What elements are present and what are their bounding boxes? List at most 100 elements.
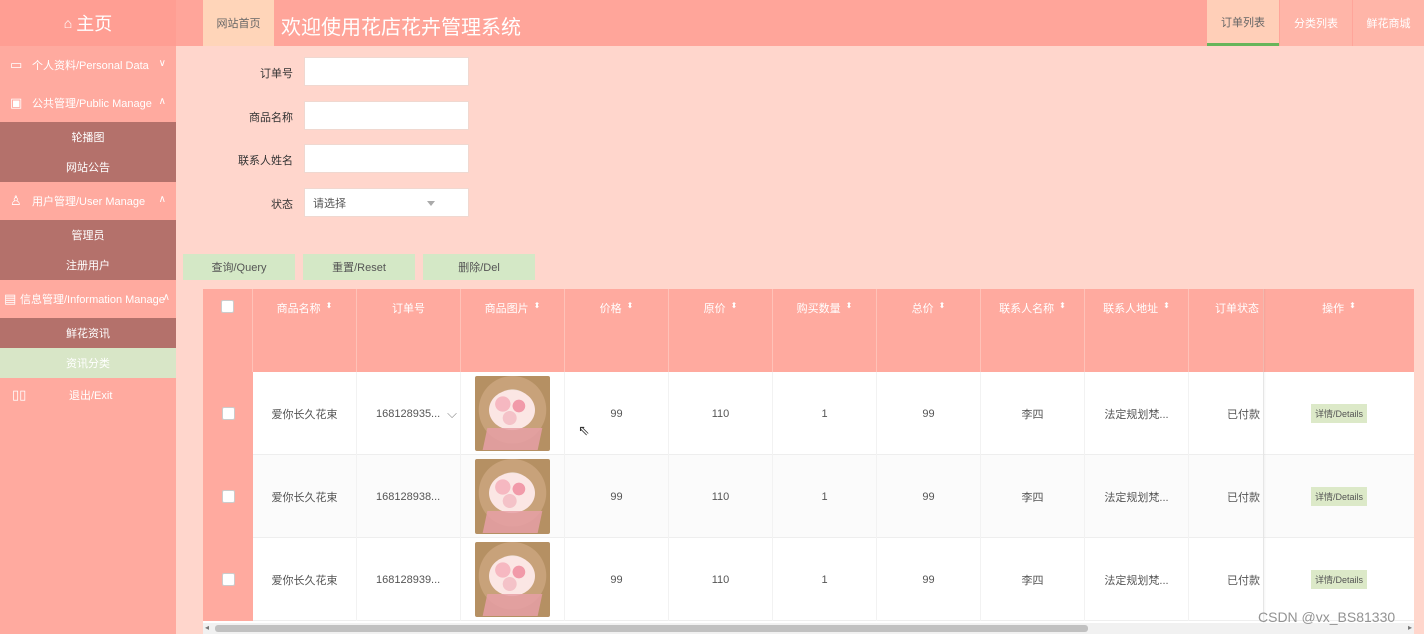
exit-icon: ▯▯ (12, 387, 27, 402)
details-button[interactable]: 详情/Details (1310, 404, 1367, 423)
column-header[interactable]: 联系人地址 ⬍ (1085, 289, 1189, 372)
order-no-cell: 168128935... ⌵ ⇖ (357, 372, 590, 455)
system-title: 欢迎使用花店花卉管理系统 (281, 17, 521, 39)
column-header[interactable]: 商品图片 ⬍ (461, 289, 565, 372)
column-header[interactable]: 订单状态 (1189, 289, 1264, 372)
column-header[interactable]: 联系人名称 ⬍ (981, 289, 1085, 372)
row-select-cell (203, 538, 253, 621)
menu-exit[interactable]: ▯▯ 退出/Exit (0, 378, 176, 412)
flower-bouquet-image[interactable] (475, 459, 550, 534)
product-name-label: 商品名称 (249, 112, 293, 124)
scroll-right-icon[interactable]: ▸ (1408, 623, 1412, 632)
sidebar-item-registered-users[interactable]: 注册用户 (0, 250, 176, 280)
product-name-input[interactable] (304, 101, 469, 130)
column-header[interactable]: 总价 ⬍ (877, 289, 981, 372)
sort-icon[interactable]: ⬍ (1349, 300, 1356, 372)
horizontal-scrollbar[interactable]: ◂ ▸ (203, 623, 1414, 634)
column-header[interactable]: 订单号 (357, 289, 461, 372)
contact-name-row: 联系人姓名 (176, 144, 476, 174)
menu-label: 信息管理/Information Manage (20, 294, 165, 306)
sidebar-item-announcement[interactable]: 网站公告 (0, 152, 176, 182)
home-link[interactable]: ⌂ 主页 (0, 0, 176, 46)
sort-icon[interactable]: ⬍ (846, 300, 853, 372)
caret-down-icon (427, 201, 435, 206)
home-icon: ⌂ (63, 15, 73, 31)
tab-flower-mall[interactable]: 鲜花商城 (1353, 0, 1424, 46)
product-image-cell (461, 538, 565, 621)
product-name-cell: 爱你长久花束 (253, 538, 357, 621)
order-no-cell: 168128938... (357, 455, 461, 538)
details-button[interactable]: 详情/Details (1310, 570, 1367, 589)
price-cell: 99 (565, 538, 669, 621)
sidebar-item-admin[interactable]: 管理员 (0, 220, 176, 250)
contact-name-cell: 李四 (981, 538, 1085, 621)
sort-icon[interactable]: ⬍ (1059, 300, 1066, 372)
orders-table: 商品名称 ⬍ 订单号 商品图片 ⬍ 价格 ⬍ 原价 ⬍ 购买数量 ⬍ 总价 ⬍ 联系人名称 ⬍… (203, 289, 1414, 623)
tab-category-list[interactable]: 分类列表 (1280, 0, 1352, 46)
site-home-link[interactable]: 网站首页 (203, 0, 274, 46)
delete-button[interactable]: 删除/Del (423, 254, 535, 280)
sidebar-item-news-category[interactable]: 资讯分类 (0, 348, 176, 378)
chevron-down-icon[interactable]: ⌵ (447, 406, 457, 422)
reset-button[interactable]: 重置/Reset (303, 254, 415, 280)
menu-label: 公共管理/Public Manage (32, 98, 152, 110)
product-name-row: 商品名称 (176, 101, 476, 131)
menu-label: 用户管理/User Manage (32, 196, 146, 208)
sort-icon[interactable]: ⬍ (326, 300, 333, 372)
flower-bouquet-image[interactable] (475, 542, 550, 617)
menu-user-manage[interactable]: ♙ 用户管理/User Manage ∧ (0, 182, 176, 220)
table-header: 商品名称 ⬍ 订单号 商品图片 ⬍ 价格 ⬍ 原价 ⬍ 购买数量 ⬍ 总价 ⬍ 联系人名称 ⬍… (203, 289, 1414, 372)
table-row: 爱你长久花束 168128938... 99 110 1 99 李四 法定规划梵… (203, 455, 1414, 538)
menu-public-manage[interactable]: ▣ 公共管理/Public Manage ∧ (0, 84, 176, 122)
total-price-cell: 99 (877, 538, 981, 621)
sidebar-item-carousel[interactable]: 轮播图 (0, 122, 176, 152)
query-button[interactable]: 查询/Query (183, 254, 295, 280)
contact-name-input[interactable] (304, 144, 469, 173)
row-checkbox[interactable] (221, 573, 235, 586)
column-header[interactable]: 购买数量 ⬍ (773, 289, 877, 372)
product-image-cell (461, 372, 565, 455)
sort-icon[interactable]: ⬍ (731, 300, 738, 372)
devices-icon: ▣ (10, 95, 23, 110)
document-icon: ▤ (4, 291, 17, 306)
flower-bouquet-image[interactable] (475, 376, 550, 451)
scroll-left-icon[interactable]: ◂ (205, 623, 209, 632)
order-no-input[interactable] (304, 57, 469, 86)
action-cell: 详情/Details (1264, 372, 1414, 455)
column-header[interactable]: 价格 ⬍ (565, 289, 669, 372)
sort-icon[interactable]: ⬍ (534, 300, 541, 372)
order-status-cell: 已付款 (1189, 538, 1264, 621)
status-row: 状态 请选择 (176, 188, 476, 218)
sort-icon[interactable]: ⬍ (1163, 300, 1170, 372)
column-header[interactable]: 商品名称 ⬍ (253, 289, 357, 372)
chevron-up-icon: ∧ (158, 194, 166, 205)
select-all-cell (203, 289, 253, 372)
sidebar-item-flower-news[interactable]: 鲜花资讯 (0, 318, 176, 348)
column-header[interactable]: 操作 ⬍ (1264, 289, 1414, 372)
sort-icon[interactable]: ⬍ (627, 300, 634, 372)
select-all-checkbox[interactable] (221, 300, 234, 313)
row-checkbox[interactable] (221, 407, 235, 420)
status-select[interactable]: 请选择 (304, 188, 469, 217)
product-name-cell: 爱你长久花束 (253, 455, 357, 538)
row-checkbox[interactable] (221, 490, 235, 503)
tab-order-list[interactable]: 订单列表 (1207, 0, 1279, 46)
menu-label: 个人资料/Personal Data (32, 60, 149, 72)
original-price-cell: 110 (669, 538, 773, 621)
sort-icon[interactable]: ⬍ (939, 300, 946, 372)
menu-personal-data[interactable]: ▭ 个人资料/Personal Data ∨ (0, 46, 176, 84)
order-no-label: 订单号 (260, 68, 293, 80)
status-select-value: 请选择 (313, 197, 346, 210)
menu-label: 退出/Exit (69, 390, 113, 402)
chevron-up-icon: ∧ (158, 96, 166, 107)
product-image-cell (461, 455, 565, 538)
details-button[interactable]: 详情/Details (1310, 487, 1367, 506)
menu-information-manage[interactable]: ▤ 信息管理/Information Manage ∧ (0, 280, 176, 318)
chevron-down-icon: ∨ (158, 58, 166, 69)
original-price-cell: 110 (669, 455, 773, 538)
user-icon: ♙ (10, 193, 22, 208)
scrollbar-thumb[interactable] (215, 625, 1088, 632)
contact-name-cell: 李四 (981, 455, 1085, 538)
contact-address-cell: 法定规划梵... (1085, 455, 1189, 538)
column-header[interactable]: 原价 ⬍ (669, 289, 773, 372)
